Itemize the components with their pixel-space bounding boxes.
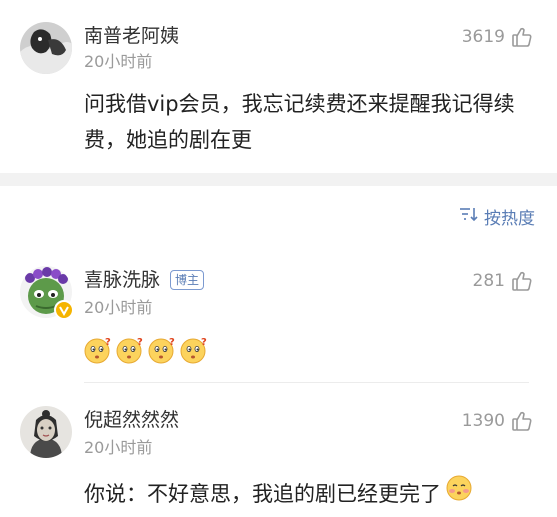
svg-text:?: ? xyxy=(169,337,175,348)
username[interactable]: 倪超然然然 xyxy=(84,408,179,432)
like-button[interactable]: 281 xyxy=(473,268,533,294)
like-count: 281 xyxy=(472,271,505,291)
emoji-row: ? ? ? ? xyxy=(84,336,208,364)
timestamp: 20小时前 xyxy=(84,298,153,317)
thinking-face-icon: ? xyxy=(148,336,176,364)
timestamp: 20小时前 xyxy=(84,438,153,457)
comment-divider xyxy=(84,382,529,383)
like-count: 1390 xyxy=(461,411,505,431)
thinking-face-icon: ? xyxy=(180,336,208,364)
like-button[interactable]: 3619 xyxy=(462,24,533,50)
blogger-badge: 博主 xyxy=(170,270,205,290)
comment-text-content: 你说：不好意思，我追的剧已经更完了 xyxy=(84,481,441,506)
svg-text:?: ? xyxy=(105,337,111,348)
section-separator xyxy=(0,173,557,186)
thinking-face-icon: ? xyxy=(116,336,144,364)
username[interactable]: 喜脉洗脉 xyxy=(84,268,160,292)
avatar[interactable] xyxy=(20,22,72,74)
comment-text: 你说：不好意思，我追的剧已经更完了 xyxy=(84,474,544,513)
like-button[interactable]: 1390 xyxy=(462,408,533,434)
avatar[interactable] xyxy=(20,406,72,458)
svg-text:?: ? xyxy=(137,337,143,348)
blushing-face-icon xyxy=(445,474,473,513)
username[interactable]: 南普老阿姨 xyxy=(84,24,179,48)
svg-text:?: ? xyxy=(201,337,207,348)
timestamp: 20小时前 xyxy=(84,52,153,71)
thumbs-up-icon xyxy=(511,26,533,48)
verified-badge-icon xyxy=(54,300,74,324)
like-count: 3619 xyxy=(461,27,505,47)
sort-icon xyxy=(458,205,478,228)
comment-text: 问我借vip会员，我忘记续费还来提醒我记得续费，她追的剧在更 xyxy=(84,92,515,152)
thumbs-up-icon xyxy=(511,270,533,292)
thinking-face-icon: ? xyxy=(84,336,112,364)
sort-by-hot-button[interactable]: 按热度 xyxy=(458,204,535,229)
thumbs-up-icon xyxy=(511,410,533,432)
sort-label: 按热度 xyxy=(484,209,535,229)
